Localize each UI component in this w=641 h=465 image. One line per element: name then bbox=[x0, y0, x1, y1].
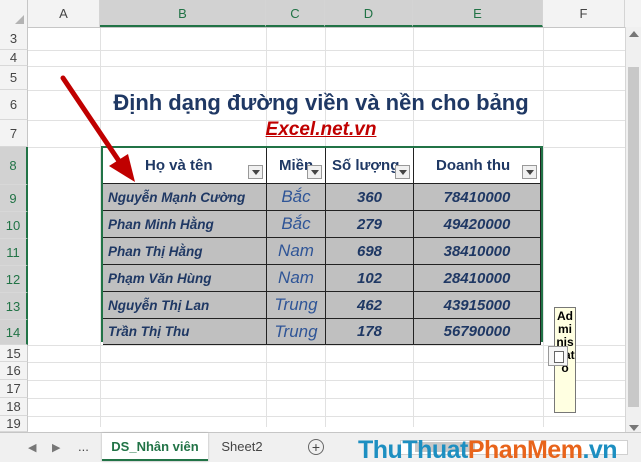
region-cell[interactable]: Trung bbox=[267, 292, 326, 319]
column-header-d[interactable]: D bbox=[325, 0, 413, 27]
header-cell-region[interactable]: Miền bbox=[267, 148, 326, 184]
region-cell[interactable]: Nam bbox=[267, 265, 326, 292]
column-header-a[interactable]: A bbox=[28, 0, 100, 27]
quantity-cell[interactable]: 102 bbox=[326, 265, 414, 292]
row-header-3[interactable]: 3 bbox=[0, 27, 28, 50]
quantity-cell[interactable]: 698 bbox=[326, 238, 414, 265]
watermark-part: PhanMem bbox=[467, 436, 583, 464]
quantity-cell[interactable]: 178 bbox=[326, 319, 414, 345]
row-header-15[interactable]: 15 bbox=[0, 345, 28, 362]
vertical-scroll-thumb[interactable] bbox=[628, 67, 639, 407]
row-header-17[interactable]: 17 bbox=[0, 380, 28, 398]
add-sheet-button[interactable]: + bbox=[308, 439, 324, 455]
column-header-c[interactable]: C bbox=[266, 0, 325, 27]
column-header-e[interactable]: E bbox=[413, 0, 543, 27]
sheet-tab-ds-nhan-vien[interactable]: DS_Nhân viên bbox=[102, 433, 208, 461]
row-header-12[interactable]: 12 bbox=[0, 266, 28, 293]
row-header-18[interactable]: 18 bbox=[0, 398, 28, 416]
row-header-8[interactable]: 8 bbox=[0, 147, 28, 185]
region-cell[interactable]: Trung bbox=[267, 319, 326, 345]
row-header-10[interactable]: 10 bbox=[0, 212, 28, 239]
vertical-scrollbar[interactable] bbox=[625, 27, 641, 435]
row-header-4[interactable]: 4 bbox=[0, 50, 28, 66]
column-header-bar: A B C D E F bbox=[0, 0, 641, 28]
quantity-cell[interactable]: 279 bbox=[326, 211, 414, 238]
row-header-5[interactable]: 5 bbox=[0, 66, 28, 90]
region-cell[interactable]: Bắc bbox=[267, 184, 326, 211]
row-header-19[interactable]: 19 bbox=[0, 416, 28, 432]
more-sheets-button[interactable]: ... bbox=[78, 439, 89, 454]
column-header-f[interactable]: F bbox=[543, 0, 625, 27]
red-arrow-icon bbox=[60, 75, 135, 182]
row-header-7[interactable]: 7 bbox=[0, 120, 28, 147]
name-cell[interactable]: Phan Minh Hằng bbox=[103, 211, 267, 238]
name-cell[interactable]: Trần Thị Thu bbox=[103, 319, 267, 345]
revenue-cell[interactable]: 43915000 bbox=[414, 292, 541, 319]
column-header-b[interactable]: B bbox=[100, 0, 266, 27]
row-header-13[interactable]: 13 bbox=[0, 293, 28, 320]
quantity-cell[interactable]: 360 bbox=[326, 184, 414, 211]
row-header-6[interactable]: 6 bbox=[0, 90, 28, 120]
paste-options-icon[interactable] bbox=[548, 346, 568, 366]
header-cell-quantity[interactable]: Số lượng bbox=[326, 148, 414, 184]
revenue-cell[interactable]: 78410000 bbox=[414, 184, 541, 211]
name-cell[interactable]: Nguyễn Thị Lan bbox=[103, 292, 267, 319]
filter-dropdown-icon[interactable] bbox=[522, 165, 537, 179]
row-header-9[interactable]: 9 bbox=[0, 185, 28, 212]
filter-dropdown-icon[interactable] bbox=[307, 165, 322, 179]
sheet-subtitle-link[interactable]: Excel.net.vn bbox=[100, 119, 542, 141]
scroll-up-icon[interactable] bbox=[629, 31, 639, 37]
row-header-14[interactable]: 14 bbox=[0, 320, 28, 345]
revenue-cell[interactable]: 38410000 bbox=[414, 238, 541, 265]
tab-prev-icon[interactable]: ◀ bbox=[28, 441, 36, 454]
sheet-tab-sheet2[interactable]: Sheet2 bbox=[214, 433, 270, 460]
revenue-cell[interactable]: 49420000 bbox=[414, 211, 541, 238]
revenue-cell[interactable]: 28410000 bbox=[414, 265, 541, 292]
watermark-part: ThuThuat bbox=[358, 436, 468, 464]
watermark-part: .vn bbox=[582, 436, 618, 464]
name-cell[interactable]: Phan Thị Hằng bbox=[103, 238, 267, 265]
filter-dropdown-icon[interactable] bbox=[248, 165, 263, 179]
scroll-down-icon[interactable] bbox=[629, 425, 639, 431]
sheet-title[interactable]: Định dạng đường viền và nền cho bảng bbox=[100, 90, 542, 116]
filter-dropdown-icon[interactable] bbox=[395, 165, 410, 179]
revenue-cell[interactable]: 56790000 bbox=[414, 319, 541, 345]
select-all-corner[interactable] bbox=[0, 0, 28, 27]
region-cell[interactable]: Bắc bbox=[267, 211, 326, 238]
row-header-11[interactable]: 11 bbox=[0, 239, 28, 266]
header-cell-revenue[interactable]: Doanh thu bbox=[414, 148, 541, 184]
header-label: Số lượng bbox=[332, 157, 400, 174]
row-header-16[interactable]: 16 bbox=[0, 362, 28, 380]
tab-next-icon[interactable]: ▶ bbox=[52, 441, 60, 454]
header-label: Doanh thu bbox=[436, 157, 511, 174]
name-cell[interactable]: Phạm Văn Hùng bbox=[103, 265, 267, 292]
region-cell[interactable]: Nam bbox=[267, 238, 326, 265]
quantity-cell[interactable]: 462 bbox=[326, 292, 414, 319]
